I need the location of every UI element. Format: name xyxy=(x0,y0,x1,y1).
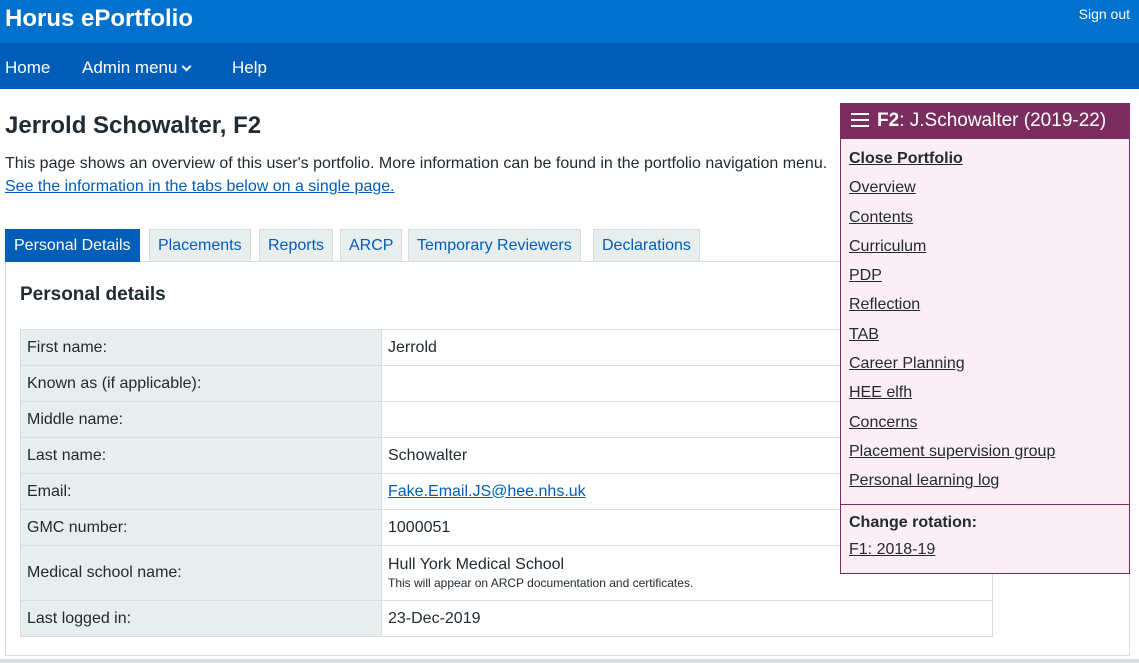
tab-placements[interactable]: Placements xyxy=(149,229,251,262)
row-label: Known as (if applicable): xyxy=(20,365,382,402)
list-item: Close Portfolio xyxy=(849,150,1129,179)
change-rotation-title: Change rotation: xyxy=(849,514,977,531)
list-item: HEE elfh xyxy=(849,384,1129,413)
tab-reports[interactable]: Reports xyxy=(259,229,334,262)
nav-admin-menu[interactable]: Admin menu xyxy=(82,58,192,78)
row-label: Last name: xyxy=(20,437,382,474)
section-title: Personal details xyxy=(20,284,166,305)
list-item: Personal learning log xyxy=(849,472,1129,501)
row-value: 23-Dec-2019 xyxy=(381,600,993,637)
main-nav: Home Admin menu Help xyxy=(0,43,1139,89)
portfolio-stage: F2 xyxy=(877,110,900,131)
medical-school-value: Hull York Medical School xyxy=(388,556,565,573)
single-page-link[interactable]: See the information in the tabs below on… xyxy=(5,178,395,196)
portfolio-nav-menu: F2: J.Schowalter (2019-22) Close Portfol… xyxy=(840,103,1130,574)
rotation-link[interactable]: F1: 2018-19 xyxy=(849,541,935,559)
list-item: Reflection xyxy=(849,296,1129,325)
list-item: Curriculum xyxy=(849,238,1129,267)
table-row: Last logged in: 23-Dec-2019 xyxy=(20,600,993,637)
top-header: Horus ePortfolio Sign out xyxy=(0,0,1139,43)
medical-school-hint: This will appear on ARCP documentation a… xyxy=(388,576,694,590)
portfolio-links: Close Portfolio Overview Contents Curric… xyxy=(841,139,1129,502)
curriculum-link[interactable]: Curriculum xyxy=(849,238,926,255)
tab-declarations[interactable]: Declarations xyxy=(593,229,700,262)
placement-supervision-group-link[interactable]: Placement supervision group xyxy=(849,443,1055,460)
row-label: GMC number: xyxy=(20,509,382,546)
nav-admin-menu-label: Admin menu xyxy=(82,58,178,77)
tab-personal-details[interactable]: Personal Details xyxy=(5,229,140,262)
overview-link[interactable]: Overview xyxy=(849,179,916,196)
list-item: Contents xyxy=(849,209,1129,238)
app-brand[interactable]: Horus ePortfolio xyxy=(5,5,193,33)
row-label: First name: xyxy=(20,329,382,366)
portfolio-owner: : J.Schowalter (2019-22) xyxy=(899,110,1107,131)
career-planning-link[interactable]: Career Planning xyxy=(849,355,965,372)
list-item: Career Planning xyxy=(849,355,1129,384)
list-item: Placement supervision group xyxy=(849,443,1129,472)
row-label: Medical school name: xyxy=(20,545,382,601)
horizontal-scrollbar[interactable] xyxy=(0,659,1139,663)
nav-help[interactable]: Help xyxy=(232,58,267,78)
hamburger-menu-icon[interactable] xyxy=(851,113,869,127)
reflection-link[interactable]: Reflection xyxy=(849,296,920,313)
personal-learning-log-link[interactable]: Personal learning log xyxy=(849,472,999,489)
tab-arcp[interactable]: ARCP xyxy=(340,229,403,262)
list-item: PDP xyxy=(849,267,1129,296)
contents-link[interactable]: Contents xyxy=(849,209,913,226)
pdp-link[interactable]: PDP xyxy=(849,267,882,284)
menu-divider xyxy=(841,504,1129,505)
portfolio-menu-header[interactable]: F2: J.Schowalter (2019-22) xyxy=(841,104,1129,139)
chevron-down-icon xyxy=(181,61,192,72)
hee-elfh-link[interactable]: HEE elfh xyxy=(849,384,912,401)
close-portfolio-link[interactable]: Close Portfolio xyxy=(849,150,963,167)
nav-home[interactable]: Home xyxy=(5,58,50,78)
concerns-link[interactable]: Concerns xyxy=(849,414,917,431)
list-item: Overview xyxy=(849,179,1129,208)
row-label: Last logged in: xyxy=(20,600,382,637)
page-title: Jerrold Schowalter, F2 xyxy=(5,112,262,139)
list-item: Concerns xyxy=(849,414,1129,443)
page-intro: This page shows an overview of this user… xyxy=(5,155,828,172)
sign-out-link[interactable]: Sign out xyxy=(1079,6,1130,22)
list-item: TAB xyxy=(849,326,1129,355)
row-label: Email: xyxy=(20,473,382,510)
tab-link[interactable]: TAB xyxy=(849,326,879,343)
tab-temporary-reviewers[interactable]: Temporary Reviewers xyxy=(408,229,581,262)
email-link[interactable]: Fake.Email.JS@hee.nhs.uk xyxy=(388,483,586,500)
row-label: Middle name: xyxy=(20,401,382,438)
